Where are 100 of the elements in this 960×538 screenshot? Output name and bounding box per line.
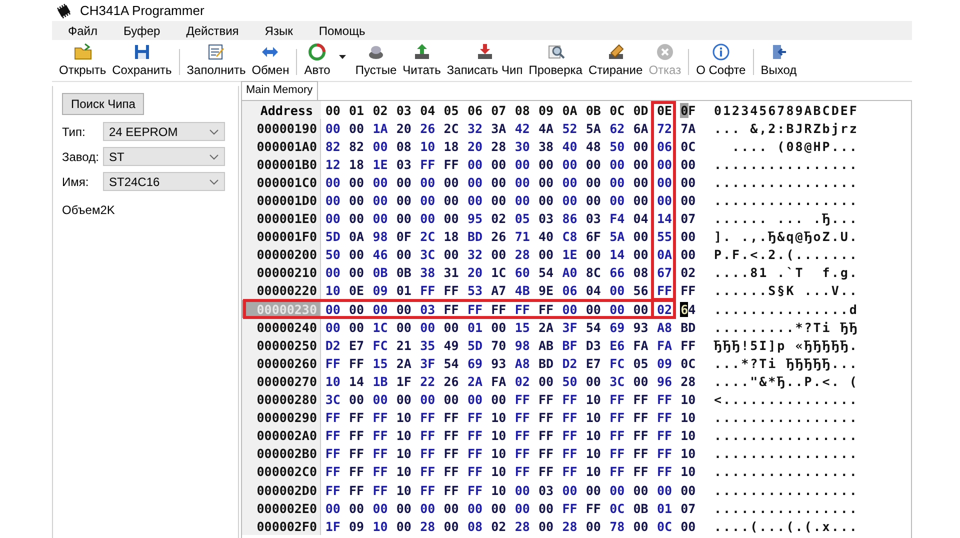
- hex-byte[interactable]: 00: [348, 302, 366, 317]
- address-cell[interactable]: 00000280: [242, 390, 321, 409]
- hex-byte[interactable]: 08: [395, 138, 412, 154]
- hex-byte[interactable]: BD: [538, 356, 555, 371]
- hex-byte[interactable]: 3C: [324, 392, 342, 408]
- address-cell[interactable]: 000001B0: [242, 155, 321, 174]
- address-cell[interactable]: 00000240: [242, 318, 321, 336]
- hex-byte[interactable]: 00: [680, 518, 697, 534]
- hex-byte[interactable]: FC: [608, 356, 626, 371]
- hex-byte[interactable]: 20: [466, 138, 484, 154]
- hex-byte[interactable]: 00: [632, 174, 650, 190]
- address-cell[interactable]: 000001A0: [242, 137, 321, 156]
- toolbar-button[interactable]: Читать: [400, 41, 444, 81]
- hex-byte[interactable]: 00: [538, 193, 555, 208]
- toolbar-button[interactable]: Записать Чип: [444, 41, 526, 81]
- hex-byte[interactable]: 9E: [538, 283, 555, 298]
- hex-byte[interactable]: 00: [372, 138, 389, 154]
- hex-byte[interactable]: 00: [632, 482, 650, 498]
- hex-byte[interactable]: 00: [514, 174, 531, 190]
- hex-byte[interactable]: FF: [419, 410, 436, 426]
- address-cell[interactable]: 000002A0: [242, 426, 321, 445]
- hex-byte[interactable]: A8: [514, 356, 531, 371]
- hex-byte[interactable]: FF: [514, 464, 531, 480]
- hex-byte[interactable]: 00: [584, 156, 602, 172]
- hex-byte[interactable]: FF: [514, 410, 531, 426]
- hex-byte[interactable]: 10: [395, 446, 412, 462]
- hex-byte[interactable]: FA: [632, 338, 650, 353]
- hex-byte[interactable]: 10: [395, 428, 412, 444]
- hex-byte[interactable]: 00: [514, 500, 531, 516]
- hex-byte[interactable]: 78: [608, 518, 626, 534]
- hex-byte[interactable]: 01: [656, 500, 673, 516]
- hex-byte[interactable]: 00: [680, 247, 697, 262]
- hex-byte[interactable]: FF: [348, 428, 366, 444]
- hex-byte[interactable]: FF: [324, 356, 342, 371]
- hex-byte[interactable]: 00: [395, 320, 412, 335]
- hex-byte[interactable]: BD: [466, 229, 484, 244]
- hex-byte[interactable]: 00: [348, 320, 366, 335]
- address-cell[interactable]: 00000200: [242, 246, 321, 264]
- address-cell[interactable]: 000002E0: [242, 499, 321, 518]
- hex-byte[interactable]: 66: [608, 265, 626, 280]
- hex-byte[interactable]: FF: [561, 392, 578, 408]
- hex-byte[interactable]: 00: [324, 193, 342, 208]
- hex-byte[interactable]: 00: [490, 500, 508, 516]
- hex-byte[interactable]: 6F: [584, 229, 602, 244]
- hex-byte[interactable]: E7: [584, 356, 602, 371]
- hex-byte[interactable]: FF: [348, 446, 366, 462]
- hex-byte[interactable]: 00: [348, 247, 366, 262]
- hex-byte[interactable]: 00: [324, 211, 342, 226]
- address-cell[interactable]: 00000270: [242, 372, 321, 390]
- hex-byte[interactable]: 10: [584, 392, 602, 408]
- hex-byte[interactable]: 00: [608, 482, 626, 498]
- hex-byte[interactable]: FF: [324, 410, 342, 426]
- hex-byte[interactable]: FF: [561, 500, 578, 516]
- hex-byte[interactable]: 00: [656, 193, 673, 208]
- hex-byte[interactable]: 04: [632, 211, 650, 226]
- hex-byte[interactable]: 00: [584, 174, 602, 190]
- hex-byte[interactable]: 14: [608, 247, 626, 262]
- hex-byte[interactable]: 28: [561, 518, 578, 534]
- hex-byte[interactable]: FF: [466, 410, 484, 426]
- hex-byte[interactable]: FA: [656, 338, 673, 353]
- hex-byte[interactable]: C8: [561, 229, 578, 244]
- hex-byte[interactable]: D2: [561, 356, 578, 371]
- address-cell[interactable]: 00000290: [242, 408, 321, 427]
- address-cell[interactable]: 00000260: [242, 354, 321, 372]
- hex-byte[interactable]: 00: [466, 156, 484, 172]
- hex-byte[interactable]: 00: [656, 482, 673, 498]
- hex-byte[interactable]: 00: [680, 193, 697, 208]
- hex-byte[interactable]: 3C: [419, 247, 436, 262]
- hex-byte[interactable]: 00: [490, 392, 508, 408]
- hex-byte[interactable]: 38: [538, 138, 555, 154]
- hex-byte[interactable]: 71: [514, 229, 531, 244]
- hex-byte[interactable]: 10: [584, 428, 602, 444]
- hex-byte[interactable]: 10: [490, 410, 508, 426]
- hex-byte[interactable]: 5A: [608, 229, 626, 244]
- hex-byte[interactable]: 10: [680, 392, 697, 408]
- hex-byte[interactable]: 10: [395, 410, 412, 426]
- hex-byte[interactable]: 00: [442, 174, 460, 190]
- hex-byte[interactable]: 00: [348, 392, 366, 408]
- hex-byte[interactable]: 28: [514, 518, 531, 534]
- hex-byte[interactable]: 72: [656, 120, 673, 136]
- hex-byte[interactable]: FF: [561, 464, 578, 480]
- hex-byte[interactable]: FF: [348, 482, 366, 498]
- hex-byte[interactable]: FF: [324, 446, 342, 462]
- hex-byte[interactable]: 69: [466, 356, 484, 371]
- hex-byte[interactable]: 09: [656, 356, 673, 371]
- hex-byte[interactable]: 42: [514, 120, 531, 136]
- hex-byte[interactable]: 48: [584, 138, 602, 154]
- hex-byte[interactable]: 93: [632, 320, 650, 335]
- hex-byte[interactable]: 00: [632, 156, 650, 172]
- hex-byte[interactable]: 3F: [419, 356, 436, 371]
- select-field[interactable]: ST24C16: [103, 172, 225, 191]
- hex-byte[interactable]: 00: [466, 392, 484, 408]
- hex-byte[interactable]: 60: [514, 265, 531, 280]
- hex-byte[interactable]: 00: [348, 265, 366, 280]
- hex-byte[interactable]: 02: [490, 518, 508, 534]
- hex-byte[interactable]: 02: [656, 302, 673, 317]
- hex-byte[interactable]: FA: [490, 374, 508, 389]
- hex-byte[interactable]: 26: [490, 229, 508, 244]
- hex-byte[interactable]: FF: [680, 283, 697, 298]
- hex-byte[interactable]: 03: [419, 302, 436, 317]
